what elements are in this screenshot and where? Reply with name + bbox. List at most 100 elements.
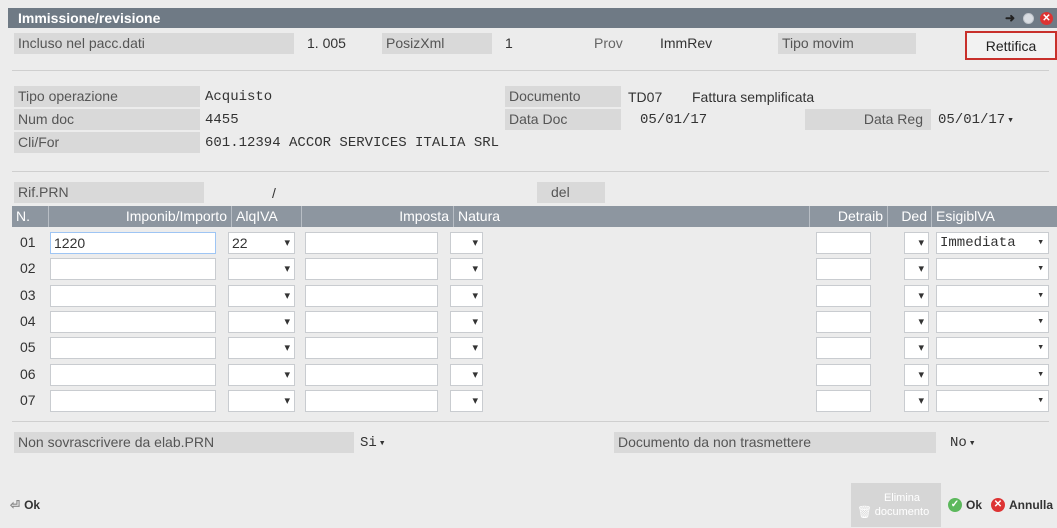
esigib-select[interactable]	[936, 285, 1049, 307]
circle-icon[interactable]	[1023, 12, 1034, 24]
grid-header: N. Imponib/Importo AlqIVA Imposta Natura…	[12, 206, 1057, 227]
col-alqiva: AlqIVA	[232, 206, 302, 227]
esigib-select[interactable]	[936, 390, 1049, 412]
divider	[12, 421, 1049, 422]
row-number: 03	[20, 287, 36, 303]
divider	[12, 171, 1049, 172]
alqiva-select[interactable]	[228, 285, 295, 307]
ok-button[interactable]: ✓ Ok	[948, 483, 982, 527]
natura-select[interactable]	[450, 311, 483, 333]
ded-select[interactable]	[904, 364, 929, 386]
ok-left-label: Ok	[24, 498, 41, 512]
ok-left-button[interactable]: ⏎ Ok	[10, 483, 40, 527]
alqiva-select[interactable]	[228, 337, 295, 359]
ded-select[interactable]	[904, 285, 929, 307]
row-number: 07	[20, 392, 36, 408]
alqiva-select[interactable]	[228, 390, 295, 412]
alqiva-select[interactable]	[228, 258, 295, 280]
posizxml-label: PosizXml	[382, 33, 492, 54]
data-reg-label: Data Reg	[805, 109, 931, 130]
imposta-input[interactable]	[305, 337, 438, 359]
detraib-input[interactable]	[816, 390, 871, 412]
close-icon[interactable]: ✕	[1040, 11, 1053, 25]
natura-select[interactable]	[450, 285, 483, 307]
imposta-input[interactable]	[305, 285, 438, 307]
check-icon: ✓	[948, 498, 962, 512]
ded-select[interactable]	[904, 311, 929, 333]
row-number: 04	[20, 313, 36, 329]
ok-label: Ok	[966, 498, 983, 512]
detraib-input[interactable]	[816, 337, 871, 359]
posizxml-value: 1	[505, 35, 513, 51]
row-number: 01	[20, 234, 36, 250]
incluso-value: 1. 005	[307, 35, 346, 51]
data-reg-field[interactable]: 05/01/17 ▾	[938, 110, 1014, 131]
ded-select[interactable]	[904, 337, 929, 359]
clifor-value[interactable]: 601.12394 ACCOR SERVICES ITALIA SRL	[205, 133, 499, 153]
esigib-select[interactable]: Immediata	[936, 232, 1049, 254]
non-sovrascrivere-value: Si	[360, 435, 377, 451]
imposta-input[interactable]	[305, 364, 438, 386]
window-controls: ➜ ✕	[1003, 11, 1053, 25]
esigib-select[interactable]	[936, 337, 1049, 359]
imponib-input[interactable]	[50, 364, 216, 386]
documento-code[interactable]: TD07	[628, 87, 662, 107]
data-reg-value: 05/01/17	[938, 112, 1006, 128]
imponib-input[interactable]	[50, 390, 216, 412]
detraib-input[interactable]	[816, 285, 871, 307]
rif-prn-slash: /	[272, 185, 276, 201]
imponib-input[interactable]: 1220	[50, 232, 216, 254]
imponib-input[interactable]	[50, 311, 216, 333]
row-number: 05	[20, 339, 36, 355]
imposta-input[interactable]	[305, 390, 438, 412]
data-doc-value[interactable]: 05/01/17	[640, 110, 707, 130]
imponib-input[interactable]	[50, 337, 216, 359]
alqiva-select[interactable]: 22	[228, 232, 295, 254]
imposta-input[interactable]	[305, 311, 438, 333]
natura-select[interactable]	[450, 258, 483, 280]
ded-select[interactable]	[904, 232, 929, 254]
enter-icon: ⏎	[10, 498, 21, 512]
elimina-documento-button[interactable]: 🗑 Elimina documento	[851, 483, 941, 527]
imponib-input[interactable]	[50, 285, 216, 307]
annulla-button[interactable]: ✕ Annulla	[991, 483, 1053, 527]
natura-select[interactable]	[450, 364, 483, 386]
imposta-input[interactable]	[305, 258, 438, 280]
divider	[12, 70, 1049, 71]
col-imposta: Imposta	[302, 206, 454, 227]
tipo-operazione-value[interactable]: Acquisto	[205, 87, 272, 107]
non-sovrascrivere-field[interactable]: Si ▾	[360, 433, 385, 454]
natura-select[interactable]	[450, 390, 483, 412]
num-doc-value[interactable]: 4455	[205, 110, 239, 130]
window-title: Immissione/revisione	[18, 10, 161, 26]
detraib-input[interactable]	[816, 364, 871, 386]
documento-non-trasm-field[interactable]: No ▾	[950, 433, 975, 454]
row-number: 02	[20, 260, 36, 276]
detraib-input[interactable]	[816, 232, 871, 254]
ded-select[interactable]	[904, 390, 929, 412]
esigib-select[interactable]	[936, 364, 1049, 386]
imponib-input[interactable]	[50, 258, 216, 280]
ded-select[interactable]	[904, 258, 929, 280]
natura-select[interactable]	[450, 232, 483, 254]
col-n: N.	[12, 206, 49, 227]
detraib-input[interactable]	[816, 258, 871, 280]
del-label: del	[537, 182, 605, 203]
imposta-input[interactable]	[305, 232, 438, 254]
documento-non-trasm-label: Documento da non trasmettere	[614, 432, 936, 453]
natura-select[interactable]	[450, 337, 483, 359]
clifor-label: Cli/For	[14, 132, 200, 153]
trash-icon: 🗑	[857, 505, 873, 519]
alqiva-select[interactable]	[228, 311, 295, 333]
chevron-down-icon: ▾	[1007, 115, 1014, 127]
esigib-select[interactable]	[936, 311, 1049, 333]
documento-label: Documento	[505, 86, 621, 107]
chevron-down-icon: ▾	[968, 438, 976, 450]
rettifica-button[interactable]: Rettifica	[965, 31, 1057, 60]
annulla-label: Annulla	[1009, 498, 1053, 512]
esigib-select[interactable]	[936, 258, 1049, 280]
alqiva-select[interactable]	[228, 364, 295, 386]
detraib-input[interactable]	[816, 311, 871, 333]
window-titlebar: Immissione/revisione ➜ ✕	[8, 8, 1057, 28]
pin-icon[interactable]: ➜	[1003, 11, 1017, 25]
